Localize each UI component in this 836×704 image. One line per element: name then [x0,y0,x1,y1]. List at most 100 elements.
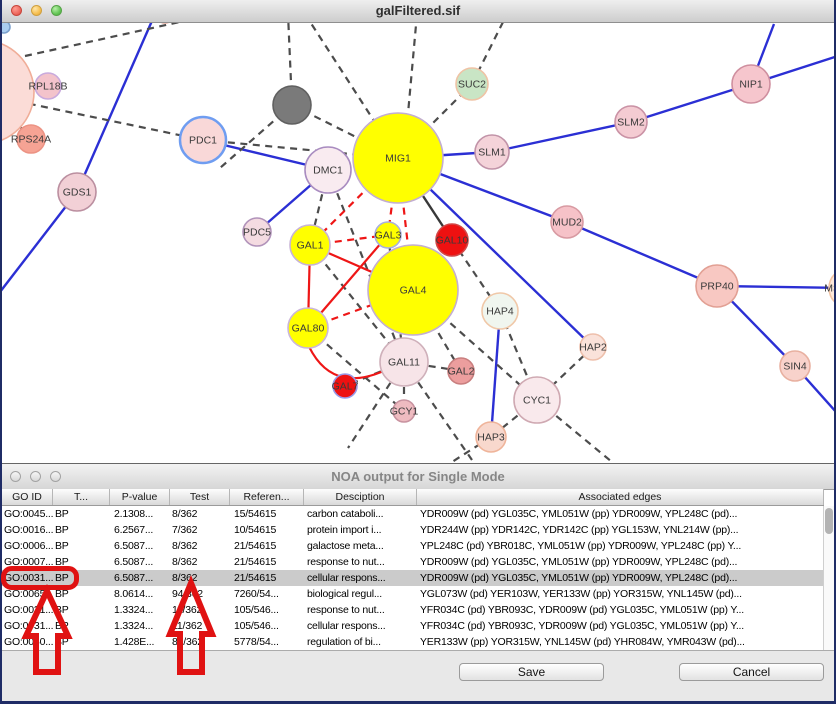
cell-t[interactable]: BP [53,586,110,602]
table-row[interactable]: GO:0065...BP8.0614...94/3627260/54...bio… [2,586,824,602]
cancel-button[interactable]: Cancel [679,663,824,681]
cell-referen[interactable]: 21/54615 [230,570,304,586]
cell-desciption[interactable]: cellular respons... [304,570,417,586]
cell-test[interactable]: 8/362 [170,554,230,570]
cell-t[interactable]: BP [53,634,110,650]
cell-p-value[interactable]: 6.5087... [110,538,170,554]
cell-referen[interactable]: 15/54615 [230,506,304,522]
table-scrollbar[interactable] [823,506,834,650]
cell-desciption[interactable]: cellular respons... [304,618,417,634]
cell-p-value[interactable]: 1.428E... [110,634,170,650]
cell-associated-edges[interactable]: YPL248C (pd) YBR018C, YML051W (pp) YDR00… [417,538,824,554]
node-gal10[interactable]: GAL10 [436,224,469,256]
cell-associated-edges[interactable]: YFR034C (pd) YBR093C, YDR009W (pd) YGL03… [417,602,824,618]
cell-associated-edges[interactable]: YDR009W (pd) YGL035C, YML051W (pp) YDR00… [417,506,824,522]
node-gal1[interactable]: GAL1 [290,225,330,265]
table-row[interactable]: GO:0031...BP6.5087...8/36221/54615cellul… [2,570,824,586]
node-sin4[interactable]: SIN4 [780,351,810,381]
cell-t[interactable]: BP [53,538,110,554]
table-row[interactable]: GO:0007...BP6.5087...8/36221/54615respon… [2,554,824,570]
node-gal4[interactable]: GAL4 [368,245,458,335]
column-header-desciption[interactable]: Desciption [304,489,417,505]
cell-associated-edges[interactable]: YFR034C (pd) YBR093C, YDR009W (pd) YGL03… [417,618,824,634]
cell-t[interactable]: BP [53,570,110,586]
node-slm2[interactable]: SLM2 [615,106,647,138]
cell-go-id[interactable]: GO:0045... [2,506,53,522]
node-gal2[interactable]: GAL2 [448,358,475,384]
cell-test[interactable]: 8/362 [170,570,230,586]
cell-associated-edges[interactable]: YDR009W (pd) YGL035C, YML051W (pp) YDR00… [417,554,824,570]
node-msl5[interactable]: MSL5 [824,268,834,308]
cell-p-value[interactable]: 8.0614... [110,586,170,602]
cell-test[interactable]: 94/362 [170,586,230,602]
node-suc2[interactable]: SUC2 [456,68,488,100]
scrollbar-thumb[interactable] [825,508,833,534]
node-gal3[interactable]: GAL3 [375,222,402,248]
cell-referen[interactable]: 5778/54... [230,634,304,650]
cell-desciption[interactable]: galactose meta... [304,538,417,554]
cell-go-id[interactable]: GO:0050... [2,634,53,650]
column-header-go-id[interactable]: GO ID [2,489,53,505]
cell-desciption[interactable]: carbon cataboli... [304,506,417,522]
node-gds1[interactable]: GDS1 [58,173,96,211]
cell-desciption[interactable]: protein import i... [304,522,417,538]
node-prp40[interactable]: PRP40 [696,265,738,307]
noa-titlebar[interactable]: NOA output for Single Mode [2,464,834,490]
node-slm1[interactable]: SLM1 [475,135,509,169]
node-hap2[interactable]: HAP2 [579,334,607,360]
cell-test[interactable]: 80/362 [170,634,230,650]
cell-associated-edges[interactable]: YDR009W (pd) YGL035C, YML051W (pp) YDR00… [417,570,824,586]
column-header-associated-edges[interactable]: Associated edges [417,489,824,505]
cell-associated-edges[interactable]: YDR244W (pp) YDR142C, YDR142C (pp) YGL15… [417,522,824,538]
table-row[interactable]: GO:0045...BP2.1308...8/36215/54615carbon… [2,506,824,522]
column-header-t[interactable]: T... [53,489,110,505]
cell-t[interactable]: BP [53,602,110,618]
node-mig1[interactable]: MIG1 [353,113,443,203]
node-cyc1[interactable]: CYC1 [514,377,560,423]
cell-referen[interactable]: 7260/54... [230,586,304,602]
node-nip1[interactable]: NIP1 [732,65,770,103]
cell-test[interactable]: 7/362 [170,522,230,538]
cell-go-id[interactable]: GO:0031... [2,602,53,618]
cell-test[interactable]: 8/362 [170,538,230,554]
node-unnamed-gray[interactable] [273,86,311,124]
table-row[interactable]: GO:0006...BP6.5087...8/36221/54615galact… [2,538,824,554]
table-row[interactable]: GO:0031...BP1.3324...11/362105/546...res… [2,602,824,618]
table-row[interactable]: GO:0016...BP6.2567...7/36210/54615protei… [2,522,824,538]
cell-go-id[interactable]: GO:0031... [2,618,53,634]
cell-test[interactable]: 11/362 [170,602,230,618]
node-mud2[interactable]: MUD2 [551,206,583,238]
cell-t[interactable]: BP [53,618,110,634]
column-header-referen[interactable]: Referen... [230,489,304,505]
node-dmc1[interactable]: DMC1 [305,147,351,193]
column-header-p-value[interactable]: P-value [110,489,170,505]
node-hap3[interactable]: HAP3 [476,422,506,452]
column-header-test[interactable]: Test [170,489,230,505]
cell-test[interactable]: 11/362 [170,618,230,634]
cell-go-id[interactable]: GO:0031... [2,570,53,586]
cell-desciption[interactable]: response to nut... [304,602,417,618]
cell-desciption[interactable]: biological regul... [304,586,417,602]
cell-desciption[interactable]: response to nut... [304,554,417,570]
cell-go-id[interactable]: GO:0007... [2,554,53,570]
cell-desciption[interactable]: regulation of bi... [304,634,417,650]
save-button[interactable]: Save [459,663,604,681]
table-row[interactable]: GO:0031...BP1.3324...11/362105/546...cel… [2,618,824,634]
cell-p-value[interactable]: 6.2567... [110,522,170,538]
cell-t[interactable]: BP [53,522,110,538]
cell-associated-edges[interactable]: YER133W (pp) YOR315W, YNL145W (pd) YHR08… [417,634,824,650]
cell-p-value[interactable]: 2.1308... [110,506,170,522]
cell-referen[interactable]: 105/546... [230,618,304,634]
cell-p-value[interactable]: 1.3324... [110,618,170,634]
cell-referen[interactable]: 21/54615 [230,554,304,570]
cell-referen[interactable]: 10/54615 [230,522,304,538]
cell-referen[interactable]: 105/546... [230,602,304,618]
cell-associated-edges[interactable]: YGL073W (pd) YER103W, YER133W (pp) YOR31… [417,586,824,602]
table-row[interactable]: GO:0050...BP1.428E...80/3625778/54...reg… [2,634,824,650]
node-gal11[interactable]: GAL11 [380,338,428,386]
cell-go-id[interactable]: GO:0016... [2,522,53,538]
node-hap4[interactable]: HAP4 [482,293,518,329]
cell-t[interactable]: BP [53,554,110,570]
cell-p-value[interactable]: 6.5087... [110,570,170,586]
node-pdc1[interactable]: PDC1 [180,117,226,163]
